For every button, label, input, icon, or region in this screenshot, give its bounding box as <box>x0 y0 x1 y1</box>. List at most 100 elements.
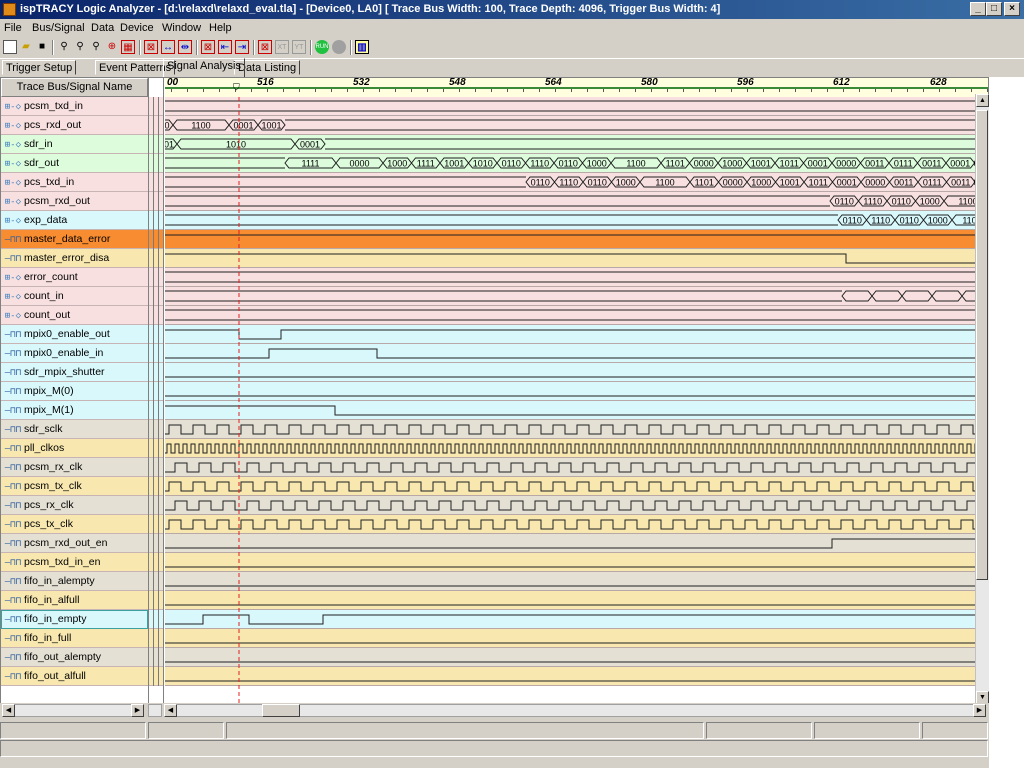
signal-marker-cell[interactable] <box>149 135 163 154</box>
zoom-fit-icon[interactable]: ⚲ <box>89 40 103 54</box>
signal-row[interactable]: ⊞-◇ sdr_out <box>1 154 148 173</box>
signal-row[interactable]: ⊞-◇ pcs_rxd_out <box>1 116 148 135</box>
signal-marker-cell[interactable] <box>149 306 163 325</box>
grid-icon[interactable]: ▦ <box>121 40 135 54</box>
list-icon[interactable]: ▥ <box>355 40 369 54</box>
minimize-button[interactable]: _ <box>970 2 986 16</box>
expand-icon[interactable]: ↔ <box>161 40 175 54</box>
marker-icon[interactable]: ⊠ <box>201 40 215 54</box>
signal-marker-cell[interactable] <box>149 268 163 287</box>
scroll-right-icon[interactable]: ▶ <box>131 704 144 717</box>
wave-scroll-left-icon[interactable]: ◀ <box>164 704 177 717</box>
menu-device[interactable]: Device <box>120 22 154 34</box>
save-icon[interactable]: ■ <box>35 40 49 54</box>
stop-icon[interactable] <box>332 40 346 54</box>
signal-marker-cell[interactable] <box>149 382 163 401</box>
signal-row[interactable]: —⊓⊓ pcsm_rx_clk <box>1 458 148 477</box>
signal-marker-cell[interactable] <box>149 173 163 192</box>
vertical-scrollbar[interactable]: ▲ ▼ <box>975 94 989 705</box>
signal-marker-cell[interactable] <box>149 97 163 116</box>
signal-row[interactable]: ⊞-◇ sdr_in <box>1 135 148 154</box>
signal-marker-cell[interactable] <box>149 572 163 591</box>
zoom-region-icon[interactable]: ⊕ <box>105 40 119 54</box>
signal-marker-cell[interactable] <box>149 154 163 173</box>
signal-marker-cell[interactable] <box>149 363 163 382</box>
signal-row[interactable]: —⊓⊓ pcsm_tx_clk <box>1 477 148 496</box>
zoom-out-icon[interactable]: ⚲ <box>73 40 87 54</box>
bus-expand-icon[interactable]: ⊞-◇ <box>1 307 21 324</box>
signal-marker-cell[interactable] <box>149 496 163 515</box>
bus-expand-icon[interactable]: ⊞-◇ <box>1 174 21 191</box>
signal-row[interactable]: ⊞-◇ pcsm_txd_in <box>1 97 148 116</box>
run-icon[interactable]: RUN <box>315 40 329 54</box>
bus-expand-icon[interactable]: ⊞-◇ <box>1 117 21 134</box>
time-ruler[interactable]: 00 516 532 548 564 580 596 612 628 ⛉ <box>165 78 988 98</box>
signal-row[interactable]: —⊓⊓ pcsm_rxd_out_en <box>1 534 148 553</box>
menu-file[interactable]: File <box>4 22 22 34</box>
signal-row[interactable]: —⊓⊓ mpix0_enable_out <box>1 325 148 344</box>
menu-window[interactable]: Window <box>162 22 201 34</box>
signal-row[interactable]: ⊞-◇ count_in <box>1 287 148 306</box>
bus-expand-icon[interactable]: ⊞-◇ <box>1 155 21 172</box>
signal-row[interactable]: —⊓⊓ master_error_disa <box>1 249 148 268</box>
bus-expand-icon[interactable]: ⊞-◇ <box>1 269 21 286</box>
signal-marker-cell[interactable] <box>149 553 163 572</box>
signal-row[interactable]: ⊞-◇ error_count <box>1 268 148 287</box>
tab-signal-analysis[interactable]: Signal Analysis <box>163 58 245 77</box>
signal-marker-cell[interactable] <box>149 116 163 135</box>
signal-name-header[interactable]: Trace Bus/Signal Name <box>1 78 148 97</box>
close-button[interactable]: × <box>1004 2 1020 16</box>
marker-scroll[interactable] <box>148 704 162 717</box>
signal-marker-cell[interactable] <box>149 629 163 648</box>
bus-expand-icon[interactable]: ⊞-◇ <box>1 212 21 229</box>
signal-row[interactable]: —⊓⊓ sdr_mpix_shutter <box>1 363 148 382</box>
signal-row[interactable]: —⊓⊓ fifo_out_alempty <box>1 648 148 667</box>
prev-marker-icon[interactable]: ⇤ <box>218 40 232 54</box>
signal-marker-cell[interactable] <box>149 287 163 306</box>
menu-bus-signal[interactable]: Bus/Signal <box>32 22 85 34</box>
waveform-area[interactable]: 00516532548564580596612628⛉ 011000001100… <box>165 78 988 709</box>
signal-marker-cell[interactable] <box>149 230 163 249</box>
maximize-button[interactable]: □ <box>986 2 1002 16</box>
waveform-canvas[interactable]: 0110000011001011010000111110000100011111… <box>165 97 988 709</box>
signal-row[interactable]: —⊓⊓ fifo_in_full <box>1 629 148 648</box>
signal-row[interactable]: —⊓⊓ sdr_sclk <box>1 420 148 439</box>
trigger-icon[interactable]: ⊠ <box>258 40 272 54</box>
signal-marker-cell[interactable] <box>149 667 163 686</box>
menu-data[interactable]: Data <box>91 22 114 34</box>
horizontal-scroll-thumb[interactable] <box>262 704 300 717</box>
bus-expand-icon[interactable]: ⊞-◇ <box>1 288 21 305</box>
signal-marker-cell[interactable] <box>149 477 163 496</box>
tab-trigger-setup[interactable]: Trigger Setup <box>2 60 77 75</box>
bus-expand-icon[interactable]: ⊞-◇ <box>1 193 21 210</box>
bus-expand-icon[interactable]: ⊞-◇ <box>1 136 21 153</box>
zoom-in-icon[interactable]: ⚲ <box>57 40 71 54</box>
signal-marker-cell[interactable] <box>149 401 163 420</box>
waveform-horizontal-scrollbar[interactable]: ◀ ▶ <box>164 704 986 717</box>
signal-marker-cell[interactable] <box>149 249 163 268</box>
signal-marker-cell[interactable] <box>149 211 163 230</box>
signal-marker-cell[interactable] <box>149 439 163 458</box>
signal-row[interactable]: —⊓⊓ mpix0_enable_in <box>1 344 148 363</box>
signal-row[interactable]: ⊞-◇ pcs_txd_in <box>1 173 148 192</box>
signal-row[interactable]: ⊞-◇ pcsm_rxd_out <box>1 192 148 211</box>
vertical-scroll-thumb[interactable] <box>976 110 988 580</box>
signal-marker-cell[interactable] <box>149 515 163 534</box>
signal-row[interactable]: —⊓⊓ fifo_in_alfull <box>1 591 148 610</box>
signal-marker-cell[interactable] <box>149 591 163 610</box>
signal-marker-cell[interactable] <box>149 534 163 553</box>
names-horizontal-scrollbar[interactable]: ◀ ▶ <box>2 704 144 717</box>
signal-marker-cell[interactable] <box>149 648 163 667</box>
open-folder-icon[interactable]: ▰ <box>19 40 33 54</box>
next-marker-icon[interactable]: ⇥ <box>235 40 249 54</box>
signal-marker-cell[interactable] <box>149 192 163 211</box>
signal-row[interactable]: —⊓⊓ mpix_M(1) <box>1 401 148 420</box>
signal-row[interactable]: ⊞-◇ count_out <box>1 306 148 325</box>
signal-row[interactable]: —⊓⊓ pcsm_txd_in_en <box>1 553 148 572</box>
scroll-up-icon[interactable]: ▲ <box>976 94 989 107</box>
new-file-icon[interactable] <box>3 40 17 54</box>
signal-row[interactable]: —⊓⊓ mpix_M(0) <box>1 382 148 401</box>
signal-row[interactable]: —⊓⊓ pll_clkos <box>1 439 148 458</box>
trigger-marker-icon[interactable]: ⛉ <box>233 82 240 93</box>
menu-help[interactable]: Help <box>209 22 232 34</box>
